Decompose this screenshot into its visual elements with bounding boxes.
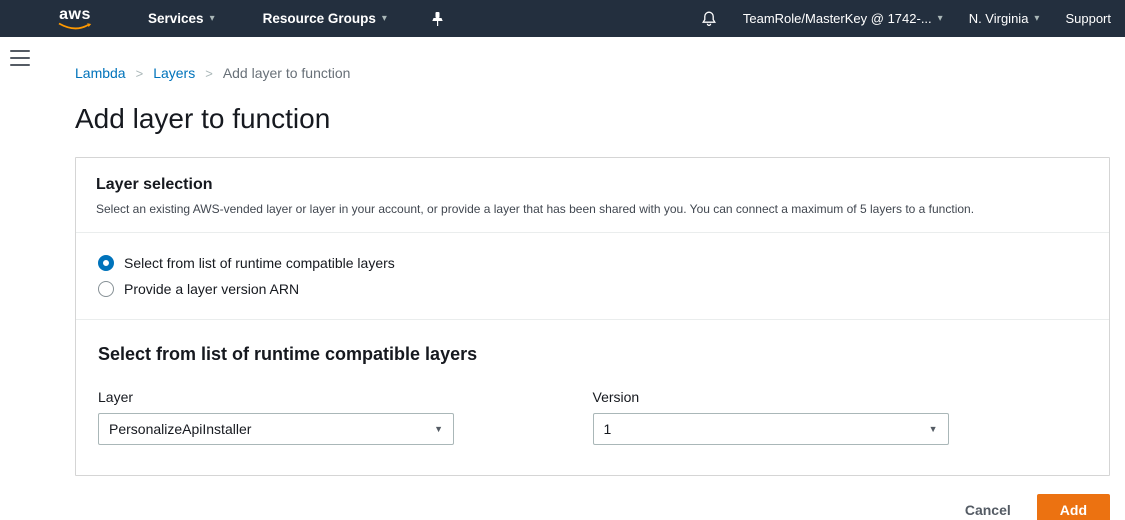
- breadcrumb-separator: >: [136, 66, 144, 81]
- account-menu[interactable]: TeamRole/MasterKey @ 1742-... ▾: [743, 11, 943, 26]
- section-title: Select from list of runtime compatible l…: [98, 344, 1087, 365]
- account-menu-label: TeamRole/MasterKey @ 1742-...: [743, 11, 932, 26]
- version-select[interactable]: 1 ▼: [593, 413, 949, 445]
- chevron-down-icon: ▾: [210, 13, 215, 24]
- radio-layer-version-arn[interactable]: Provide a layer version ARN: [98, 281, 1089, 297]
- pushpin-icon: [431, 11, 444, 27]
- resource-groups-menu-label: Resource Groups: [263, 11, 376, 26]
- chevron-down-icon: ▾: [1034, 13, 1039, 24]
- resource-groups-menu[interactable]: Resource Groups ▾: [263, 11, 387, 26]
- version-field: Version 1 ▼: [593, 389, 1088, 445]
- support-menu-label: Support: [1065, 11, 1111, 26]
- footer-actions: Cancel Add: [75, 494, 1110, 520]
- radio-label: Provide a layer version ARN: [124, 281, 299, 297]
- chevron-down-icon: ▾: [382, 13, 387, 24]
- breadcrumb-lambda-link[interactable]: Lambda: [75, 65, 126, 81]
- aws-smile-icon: [58, 22, 92, 30]
- pin-shortcut-button[interactable]: [431, 11, 444, 27]
- radio-unselected-icon: [98, 281, 114, 297]
- chevron-down-icon: ▼: [929, 424, 938, 434]
- aws-logo[interactable]: aws: [58, 8, 92, 30]
- layer-select[interactable]: PersonalizeApiInstaller ▼: [98, 413, 454, 445]
- add-button[interactable]: Add: [1037, 494, 1110, 520]
- page-title: Add layer to function: [75, 103, 1110, 135]
- version-field-label: Version: [593, 389, 1088, 405]
- radio-runtime-compatible-layers[interactable]: Select from list of runtime compatible l…: [98, 255, 1089, 271]
- breadcrumb: Lambda > Layers > Add layer to function: [75, 65, 1110, 81]
- layer-field: Layer PersonalizeApiInstaller ▼: [98, 389, 593, 445]
- layer-field-label: Layer: [98, 389, 593, 405]
- card-title: Layer selection: [96, 176, 1089, 194]
- card-description: Select an existing AWS-vended layer or l…: [96, 202, 1089, 216]
- menu-icon[interactable]: [10, 50, 30, 66]
- notifications-button[interactable]: [701, 10, 717, 27]
- region-menu-label: N. Virginia: [969, 11, 1029, 26]
- breadcrumb-separator: >: [205, 66, 213, 81]
- support-menu[interactable]: Support: [1065, 11, 1111, 26]
- version-select-value: 1: [604, 421, 612, 437]
- top-navigation-bar: aws Services ▾ Resource Groups ▾ TeamRol…: [0, 0, 1125, 37]
- cancel-button[interactable]: Cancel: [965, 502, 1011, 518]
- chevron-down-icon: ▼: [434, 424, 443, 434]
- layer-select-value: PersonalizeApiInstaller: [109, 421, 251, 437]
- region-menu[interactable]: N. Virginia ▾: [969, 11, 1040, 26]
- breadcrumb-layers-link[interactable]: Layers: [153, 65, 195, 81]
- layer-selection-card: Layer selection Select an existing AWS-v…: [75, 157, 1110, 476]
- services-menu[interactable]: Services ▾: [148, 11, 215, 26]
- radio-selected-icon: [98, 255, 114, 271]
- main-content: Lambda > Layers > Add layer to function …: [75, 37, 1110, 520]
- chevron-down-icon: ▾: [938, 13, 943, 24]
- breadcrumb-current: Add layer to function: [223, 65, 351, 81]
- layer-source-radio-group: Select from list of runtime compatible l…: [76, 233, 1109, 319]
- radio-label: Select from list of runtime compatible l…: [124, 255, 395, 271]
- aws-logo-text: aws: [59, 8, 91, 22]
- bell-icon: [701, 10, 717, 27]
- services-menu-label: Services: [148, 11, 204, 26]
